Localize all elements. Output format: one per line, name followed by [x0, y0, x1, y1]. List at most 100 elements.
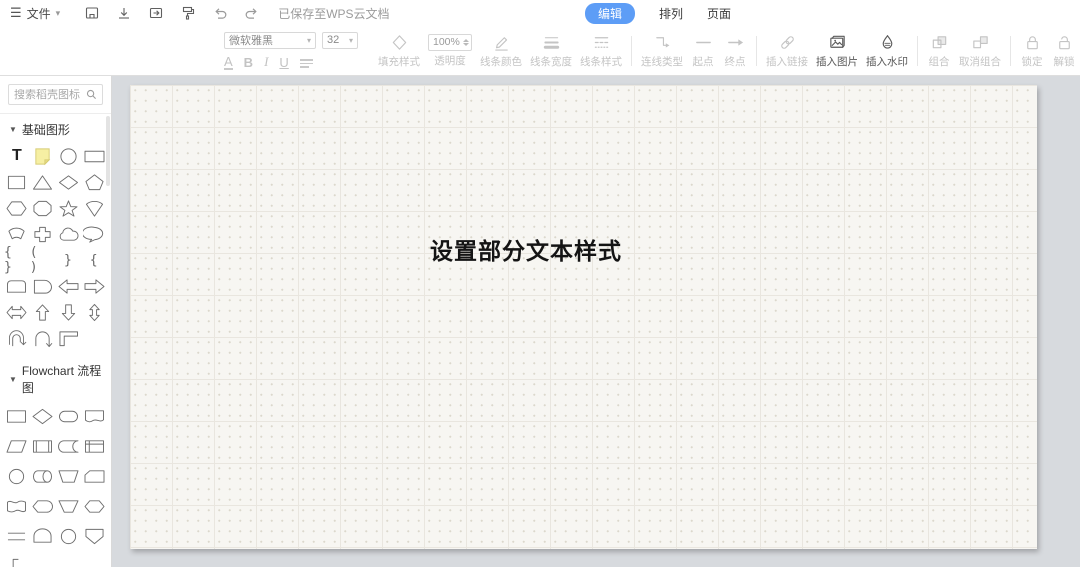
saved-status: 已保存至WPS云文档: [278, 6, 390, 21]
shape-cloud[interactable]: [56, 221, 82, 247]
font-family-select[interactable]: 微软雅黑 ▾: [224, 31, 316, 49]
shape-pentagon[interactable]: [81, 169, 107, 195]
canvas-page[interactable]: 设置部分文本样式: [130, 85, 1037, 549]
shape-triangle[interactable]: [30, 169, 56, 195]
insert-watermark-button[interactable]: 插入水印: [862, 32, 912, 69]
search-input[interactable]: [14, 88, 86, 101]
shape-up-down-arrow[interactable]: [81, 299, 107, 325]
shape-stored-data[interactable]: [56, 431, 82, 461]
section-flowchart[interactable]: ▼ Flowchart 流程图: [0, 355, 111, 400]
shape-right-brace[interactable]: }: [56, 247, 82, 273]
font-color-button[interactable]: A: [224, 55, 233, 70]
text-align-button[interactable]: [299, 59, 313, 70]
shape-hexagon[interactable]: [4, 195, 30, 221]
shape-internal-storage[interactable]: [81, 431, 107, 461]
shape-u-arrow[interactable]: [30, 325, 56, 351]
connector-type-label: 连线类型: [641, 56, 683, 68]
shape-delay[interactable]: [30, 521, 56, 551]
italic-button[interactable]: I: [264, 54, 268, 70]
shape-off-page-connector[interactable]: [81, 521, 107, 551]
file-menu[interactable]: ☰ 文件 ▾: [10, 5, 60, 22]
underline-button[interactable]: U: [279, 55, 288, 70]
bold-button[interactable]: B: [244, 55, 253, 70]
shape-up-arrow[interactable]: [30, 299, 56, 325]
format-painter-icon[interactable]: [180, 5, 196, 21]
line-width-button[interactable]: 线条宽度: [526, 32, 576, 69]
canvas-text[interactable]: 设置部分文本样式: [430, 232, 622, 266]
shape-annotation[interactable]: [4, 551, 30, 567]
shape-parallel-mode[interactable]: [4, 521, 30, 551]
shape-terminator[interactable]: [56, 401, 82, 431]
shape-sticky-note[interactable]: [30, 143, 56, 169]
shape-left-arrow[interactable]: [56, 273, 82, 299]
shape-process[interactable]: [4, 401, 30, 431]
shape-decision[interactable]: [30, 401, 56, 431]
redo-icon[interactable]: [244, 5, 260, 21]
shape-card[interactable]: [81, 461, 107, 491]
tab-edit[interactable]: 编辑: [585, 2, 636, 24]
line-color-button[interactable]: 线条颜色: [476, 32, 526, 69]
shape-square[interactable]: [4, 169, 30, 195]
download-icon[interactable]: [116, 5, 132, 21]
shape-data[interactable]: [4, 431, 30, 461]
shape-merge[interactable]: [56, 491, 82, 521]
opacity-stepper[interactable]: [463, 38, 469, 46]
insert-image-label: 插入图片: [816, 56, 858, 68]
shape-circle-connector[interactable]: [56, 521, 82, 551]
shape-connector[interactable]: [4, 461, 30, 491]
shape-diamond[interactable]: [56, 169, 82, 195]
shape-plus[interactable]: [30, 221, 56, 247]
ungroup-button[interactable]: 取消组合: [955, 32, 1005, 69]
shape-document[interactable]: [81, 401, 107, 431]
shape-brace-pair[interactable]: { }: [4, 245, 30, 275]
shape-paper-tape[interactable]: [4, 491, 30, 521]
section-basic-shapes[interactable]: ▼ 基础图形: [0, 114, 111, 142]
line-color-icon: [491, 32, 511, 52]
font-size-select[interactable]: 32 ▾: [322, 31, 358, 49]
shape-predefined-process[interactable]: [30, 431, 56, 461]
insert-link-button[interactable]: 插入链接: [762, 32, 812, 69]
start-point-icon: [693, 32, 713, 52]
shape-display[interactable]: [30, 491, 56, 521]
group-button[interactable]: 组合: [923, 32, 955, 69]
shape-text[interactable]: T: [4, 143, 30, 169]
shape-octagon[interactable]: [30, 195, 56, 221]
sidebar-scrollbar[interactable]: [106, 116, 110, 186]
lock-button[interactable]: 锁定: [1016, 32, 1048, 69]
export-icon[interactable]: [148, 5, 164, 21]
fill-style-button[interactable]: 填充样式: [374, 32, 424, 69]
end-point-button[interactable]: 终点: [719, 32, 751, 69]
mode-tabs: 编辑 排列 页面: [585, 0, 731, 26]
shape-corner[interactable]: [56, 325, 82, 351]
save-icon[interactable]: [84, 5, 100, 21]
shape-circle[interactable]: [56, 143, 82, 169]
start-point-button[interactable]: 起点: [687, 32, 719, 69]
undo-icon[interactable]: [212, 5, 228, 21]
shape-arc[interactable]: [4, 221, 30, 247]
shape-rectangle[interactable]: [81, 143, 107, 169]
shape-paren-pair[interactable]: ( ): [30, 245, 56, 275]
insert-image-button[interactable]: 插入图片: [812, 32, 862, 69]
shape-left-brace[interactable]: {: [81, 247, 107, 273]
shape-manual-operation[interactable]: [56, 461, 82, 491]
shape-preparation[interactable]: [81, 491, 107, 521]
shape-u-turn-arrow[interactable]: [4, 325, 30, 351]
shape-direct-data[interactable]: [30, 461, 56, 491]
tab-page[interactable]: 页面: [707, 5, 731, 22]
shape-rounded-rectangle[interactable]: [4, 273, 30, 299]
line-style-button[interactable]: 线条样式: [576, 32, 626, 69]
shape-left-right-arrow[interactable]: [4, 299, 30, 325]
shape-star[interactable]: [56, 195, 82, 221]
unlock-button[interactable]: 解锁: [1048, 32, 1080, 69]
search-box[interactable]: [8, 84, 103, 105]
connector-type-button[interactable]: 连线类型: [637, 32, 687, 69]
opacity-button[interactable]: 100% 透明度: [424, 33, 476, 68]
tab-arrange[interactable]: 排列: [659, 5, 683, 22]
shape-speech-bubble[interactable]: [81, 221, 107, 247]
shape-right-arrow[interactable]: [81, 273, 107, 299]
shape-plaque[interactable]: [30, 273, 56, 299]
shape-cone[interactable]: [81, 195, 107, 221]
canvas-backdrop[interactable]: 设置部分文本样式: [112, 76, 1080, 567]
opacity-input[interactable]: 100%: [428, 33, 472, 51]
shape-down-arrow[interactable]: [56, 299, 82, 325]
